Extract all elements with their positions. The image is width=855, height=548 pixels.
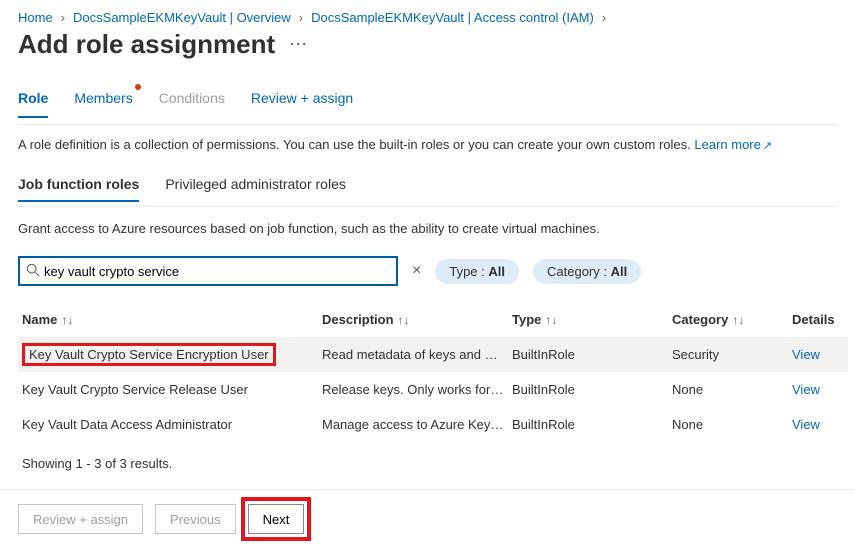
sort-icon: ↑↓ (732, 313, 744, 327)
results-count: Showing 1 - 3 of 3 results. (22, 456, 837, 471)
role-category-cell: None (668, 372, 788, 407)
filter-category-label: Category : (547, 264, 611, 279)
review-assign-button: Review + assign (18, 504, 143, 534)
filter-category-pill[interactable]: Category : All (533, 259, 641, 284)
role-name-cell: Key Vault Data Access Administrator (18, 407, 318, 442)
column-header-category[interactable]: Category ↑↓ (668, 306, 788, 337)
subtab-privileged-admin[interactable]: Privileged administrator roles (165, 170, 346, 202)
role-name-highlight: Key Vault Crypto Service Encryption User (22, 343, 276, 366)
view-details-link[interactable]: View (792, 382, 820, 397)
sort-icon: ↑↓ (61, 313, 73, 327)
more-icon[interactable]: ⋯ (289, 34, 307, 55)
page-title: Add role assignment (18, 29, 275, 60)
filter-type-label: Type : (449, 264, 488, 279)
learn-more-link[interactable]: Learn more↗ (694, 137, 772, 152)
clear-search-icon[interactable]: × (412, 262, 421, 280)
tab-review-assign[interactable]: Review + assign (251, 82, 353, 118)
role-type-cell: BuiltInRole (508, 337, 668, 372)
role-search-field[interactable] (18, 256, 398, 286)
tab-conditions: Conditions (159, 82, 225, 118)
wizard-footer: Review + assign Previous Next (0, 489, 855, 548)
role-description: A role definition is a collection of per… (18, 137, 837, 152)
role-name-cell: Key Vault Crypto Service Release User (18, 372, 318, 407)
role-description-cell: Release keys. Only works for … (318, 372, 508, 407)
column-header-category-label: Category (672, 312, 728, 327)
tab-members-label: Members (74, 90, 132, 106)
column-header-name[interactable]: Name ↑↓ (18, 306, 318, 337)
role-description-cell: Read metadata of keys and p… (318, 337, 508, 372)
previous-button: Previous (155, 504, 236, 534)
job-function-description: Grant access to Azure resources based on… (18, 221, 837, 236)
sort-icon: ↑↓ (398, 313, 410, 327)
role-description-text: A role definition is a collection of per… (18, 137, 691, 152)
column-header-type-label: Type (512, 312, 541, 327)
wizard-tabs: Role Members Conditions Review + assign (18, 82, 837, 118)
attention-dot-icon (135, 84, 141, 90)
column-header-type[interactable]: Type ↑↓ (508, 306, 668, 337)
view-details-link[interactable]: View (792, 347, 820, 362)
filter-type-pill[interactable]: Type : All (435, 259, 519, 284)
column-header-details: Details (788, 306, 848, 337)
role-type-cell: BuiltInRole (508, 372, 668, 407)
role-search-input[interactable] (44, 264, 390, 279)
role-type-cell: BuiltInRole (508, 407, 668, 442)
chevron-right-icon: › (602, 10, 606, 25)
column-header-description-label: Description (322, 312, 394, 327)
role-type-tabs: Job function roles Privileged administra… (18, 170, 837, 202)
search-icon (26, 263, 40, 280)
chevron-right-icon: › (61, 10, 65, 25)
breadcrumb: Home › DocsSampleEKMKeyVault | Overview … (0, 0, 855, 25)
external-link-icon: ↗ (763, 140, 772, 152)
role-category-cell: Security (668, 337, 788, 372)
column-header-description[interactable]: Description ↑↓ (318, 306, 508, 337)
role-description-cell: Manage access to Azure Key … (318, 407, 508, 442)
tab-members[interactable]: Members (74, 82, 132, 118)
view-details-link[interactable]: View (792, 417, 820, 432)
subtab-job-function[interactable]: Job function roles (18, 170, 139, 202)
sort-icon: ↑↓ (545, 313, 557, 327)
breadcrumb-home[interactable]: Home (18, 10, 53, 25)
filter-category-value: All (611, 264, 628, 279)
next-button[interactable]: Next (248, 504, 305, 534)
chevron-right-icon: › (299, 10, 303, 25)
role-category-cell: None (668, 407, 788, 442)
tab-role[interactable]: Role (18, 82, 48, 118)
learn-more-label: Learn more (694, 137, 760, 152)
breadcrumb-item-iam[interactable]: DocsSampleEKMKeyVault | Access control (… (311, 10, 594, 25)
filter-type-value: All (488, 264, 505, 279)
column-header-name-label: Name (22, 312, 57, 327)
breadcrumb-item-overview[interactable]: DocsSampleEKMKeyVault | Overview (73, 10, 291, 25)
roles-table: Name ↑↓ Description ↑↓ Type ↑↓ Category … (18, 306, 837, 442)
